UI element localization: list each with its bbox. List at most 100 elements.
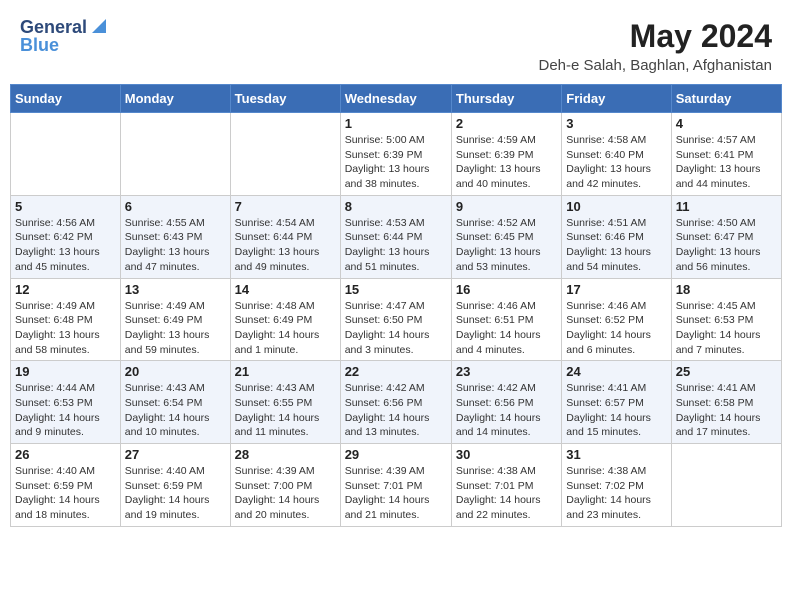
day-info: Sunrise: 4:47 AMSunset: 6:50 PMDaylight:… bbox=[345, 299, 447, 358]
day-number: 4 bbox=[676, 116, 777, 131]
day-info: Sunrise: 4:49 AMSunset: 6:48 PMDaylight:… bbox=[15, 299, 116, 358]
calendar-cell: 12 Sunrise: 4:49 AMSunset: 6:48 PMDayligh… bbox=[11, 278, 121, 361]
day-number: 15 bbox=[345, 282, 447, 297]
calendar-cell: 23 Sunrise: 4:42 AMSunset: 6:56 PMDayligh… bbox=[451, 361, 561, 444]
calendar-cell bbox=[11, 113, 121, 196]
calendar-cell: 10 Sunrise: 4:51 AMSunset: 6:46 PMDayligh… bbox=[562, 195, 671, 278]
calendar-cell: 15 Sunrise: 4:47 AMSunset: 6:50 PMDayligh… bbox=[340, 278, 451, 361]
calendar-cell: 30Sunrise: 4:38 AMSunset: 7:01 PMDayligh… bbox=[451, 444, 561, 527]
logo-icon bbox=[88, 15, 110, 37]
calendar-cell: 28 Sunrise: 4:39 AMSunset: 7:00 PMDayligh… bbox=[230, 444, 340, 527]
day-info: Sunrise: 4:46 AMSunset: 6:51 PMDaylight:… bbox=[456, 299, 557, 358]
day-number: 9 bbox=[456, 199, 557, 214]
title-block: May 2024 Deh-e Salah, Baghlan, Afghanist… bbox=[538, 18, 772, 74]
calendar-cell: 14 Sunrise: 4:48 AMSunset: 6:49 PMDayligh… bbox=[230, 278, 340, 361]
calendar-cell bbox=[230, 113, 340, 196]
day-info: Sunrise: 4:42 AMSunset: 6:56 PMDaylight:… bbox=[456, 381, 557, 440]
day-info: Sunrise: 4:59 AMSunset: 6:39 PMDaylight:… bbox=[456, 133, 557, 192]
day-info: Sunrise: 5:00 AMSunset: 6:39 PMDaylight:… bbox=[345, 133, 447, 192]
calendar-cell: 9 Sunrise: 4:52 AMSunset: 6:45 PMDaylight… bbox=[451, 195, 561, 278]
calendar-cell: 7 Sunrise: 4:54 AMSunset: 6:44 PMDaylight… bbox=[230, 195, 340, 278]
calendar-cell: 22 Sunrise: 4:42 AMSunset: 6:56 PMDayligh… bbox=[340, 361, 451, 444]
day-number: 14 bbox=[235, 282, 336, 297]
day-number: 11 bbox=[676, 199, 777, 214]
day-number: 2 bbox=[456, 116, 557, 131]
calendar-cell: 31 Sunrise: 4:38 AMSunset: 7:02 PMDayligh… bbox=[562, 444, 671, 527]
calendar-cell: 4 Sunrise: 4:57 AMSunset: 6:41 PMDaylight… bbox=[671, 113, 781, 196]
day-number: 19 bbox=[15, 364, 116, 379]
day-info: Sunrise: 4:50 AMSunset: 6:47 PMDaylight:… bbox=[676, 216, 777, 275]
calendar-week-row: 26 Sunrise: 4:40 AMSunset: 6:59 PMDayligh… bbox=[11, 444, 782, 527]
day-number: 24 bbox=[566, 364, 666, 379]
page-header: General Blue May 2024 Deh-e Salah, Baghl… bbox=[10, 10, 782, 78]
day-number: 13 bbox=[125, 282, 226, 297]
calendar-cell: 29 Sunrise: 4:39 AMSunset: 7:01 PMDayligh… bbox=[340, 444, 451, 527]
calendar-cell: 3Sunrise: 4:58 AMSunset: 6:40 PMDaylight… bbox=[562, 113, 671, 196]
weekday-header-row: SundayMondayTuesdayWednesdayThursdayFrid… bbox=[11, 85, 782, 113]
calendar-cell: 26 Sunrise: 4:40 AMSunset: 6:59 PMDayligh… bbox=[11, 444, 121, 527]
day-info: Sunrise: 4:48 AMSunset: 6:49 PMDaylight:… bbox=[235, 299, 336, 358]
calendar-week-row: 1 Sunrise: 5:00 AMSunset: 6:39 PMDaylight… bbox=[11, 113, 782, 196]
day-info: Sunrise: 4:51 AMSunset: 6:46 PMDaylight:… bbox=[566, 216, 666, 275]
calendar-cell: 18 Sunrise: 4:45 AMSunset: 6:53 PMDayligh… bbox=[671, 278, 781, 361]
day-info: Sunrise: 4:53 AMSunset: 6:44 PMDaylight:… bbox=[345, 216, 447, 275]
day-info: Sunrise: 4:41 AMSunset: 6:58 PMDaylight:… bbox=[676, 381, 777, 440]
day-number: 30 bbox=[456, 447, 557, 462]
calendar-cell: 5 Sunrise: 4:56 AMSunset: 6:42 PMDaylight… bbox=[11, 195, 121, 278]
day-number: 5 bbox=[15, 199, 116, 214]
weekday-header: Wednesday bbox=[340, 85, 451, 113]
calendar-cell: 2 Sunrise: 4:59 AMSunset: 6:39 PMDaylight… bbox=[451, 113, 561, 196]
day-number: 23 bbox=[456, 364, 557, 379]
day-number: 7 bbox=[235, 199, 336, 214]
calendar-table: SundayMondayTuesdayWednesdayThursdayFrid… bbox=[10, 84, 782, 527]
calendar-cell: 27Sunrise: 4:40 AMSunset: 6:59 PMDayligh… bbox=[120, 444, 230, 527]
location-title: Deh-e Salah, Baghlan, Afghanistan bbox=[538, 57, 772, 74]
day-number: 31 bbox=[566, 447, 666, 462]
day-number: 12 bbox=[15, 282, 116, 297]
day-info: Sunrise: 4:45 AMSunset: 6:53 PMDaylight:… bbox=[676, 299, 777, 358]
day-number: 1 bbox=[345, 116, 447, 131]
day-info: Sunrise: 4:49 AMSunset: 6:49 PMDaylight:… bbox=[125, 299, 226, 358]
day-number: 22 bbox=[345, 364, 447, 379]
day-info: Sunrise: 4:56 AMSunset: 6:42 PMDaylight:… bbox=[15, 216, 116, 275]
calendar-cell: 21 Sunrise: 4:43 AMSunset: 6:55 PMDayligh… bbox=[230, 361, 340, 444]
day-info: Sunrise: 4:40 AMSunset: 6:59 PMDaylight:… bbox=[15, 464, 116, 523]
day-info: Sunrise: 4:43 AMSunset: 6:55 PMDaylight:… bbox=[235, 381, 336, 440]
day-number: 10 bbox=[566, 199, 666, 214]
day-info: Sunrise: 4:57 AMSunset: 6:41 PMDaylight:… bbox=[676, 133, 777, 192]
day-number: 18 bbox=[676, 282, 777, 297]
day-info: Sunrise: 4:52 AMSunset: 6:45 PMDaylight:… bbox=[456, 216, 557, 275]
day-info: Sunrise: 4:43 AMSunset: 6:54 PMDaylight:… bbox=[125, 381, 226, 440]
weekday-header: Saturday bbox=[671, 85, 781, 113]
weekday-header: Tuesday bbox=[230, 85, 340, 113]
calendar-cell: 16 Sunrise: 4:46 AMSunset: 6:51 PMDayligh… bbox=[451, 278, 561, 361]
day-info: Sunrise: 4:39 AMSunset: 7:00 PMDaylight:… bbox=[235, 464, 336, 523]
calendar-week-row: 12 Sunrise: 4:49 AMSunset: 6:48 PMDayligh… bbox=[11, 278, 782, 361]
logo-subtext: Blue bbox=[20, 36, 110, 56]
calendar-cell: 25Sunrise: 4:41 AMSunset: 6:58 PMDayligh… bbox=[671, 361, 781, 444]
calendar-week-row: 5 Sunrise: 4:56 AMSunset: 6:42 PMDaylight… bbox=[11, 195, 782, 278]
day-number: 16 bbox=[456, 282, 557, 297]
day-number: 29 bbox=[345, 447, 447, 462]
calendar-cell: 6Sunrise: 4:55 AMSunset: 6:43 PMDaylight… bbox=[120, 195, 230, 278]
day-number: 6 bbox=[125, 199, 226, 214]
day-info: Sunrise: 4:39 AMSunset: 7:01 PMDaylight:… bbox=[345, 464, 447, 523]
day-number: 28 bbox=[235, 447, 336, 462]
day-number: 17 bbox=[566, 282, 666, 297]
weekday-header: Sunday bbox=[11, 85, 121, 113]
day-info: Sunrise: 4:58 AMSunset: 6:40 PMDaylight:… bbox=[566, 133, 666, 192]
calendar-cell: 11 Sunrise: 4:50 AMSunset: 6:47 PMDayligh… bbox=[671, 195, 781, 278]
day-number: 21 bbox=[235, 364, 336, 379]
day-info: Sunrise: 4:54 AMSunset: 6:44 PMDaylight:… bbox=[235, 216, 336, 275]
weekday-header: Thursday bbox=[451, 85, 561, 113]
day-info: Sunrise: 4:41 AMSunset: 6:57 PMDaylight:… bbox=[566, 381, 666, 440]
calendar-cell: 13 Sunrise: 4:49 AMSunset: 6:49 PMDayligh… bbox=[120, 278, 230, 361]
day-number: 26 bbox=[15, 447, 116, 462]
calendar-cell: 20Sunrise: 4:43 AMSunset: 6:54 PMDayligh… bbox=[120, 361, 230, 444]
calendar-cell: 19 Sunrise: 4:44 AMSunset: 6:53 PMDayligh… bbox=[11, 361, 121, 444]
day-info: Sunrise: 4:42 AMSunset: 6:56 PMDaylight:… bbox=[345, 381, 447, 440]
day-info: Sunrise: 4:38 AMSunset: 7:02 PMDaylight:… bbox=[566, 464, 666, 523]
calendar-cell: 8Sunrise: 4:53 AMSunset: 6:44 PMDaylight… bbox=[340, 195, 451, 278]
day-info: Sunrise: 4:44 AMSunset: 6:53 PMDaylight:… bbox=[15, 381, 116, 440]
day-info: Sunrise: 4:46 AMSunset: 6:52 PMDaylight:… bbox=[566, 299, 666, 358]
